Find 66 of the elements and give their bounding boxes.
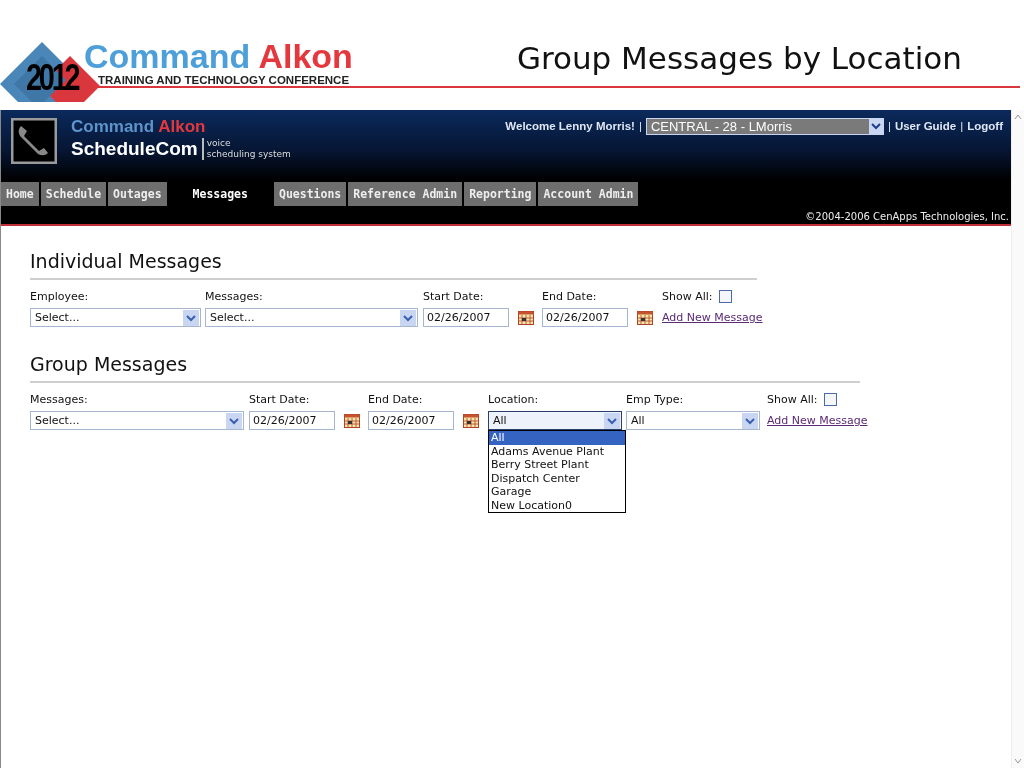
calendar-icon[interactable] [637, 310, 653, 325]
calendar-icon[interactable] [344, 413, 360, 428]
dropdown-option[interactable]: Berry Street Plant [489, 458, 625, 472]
field-label: Show All: [767, 393, 818, 406]
dropdown-option[interactable]: Adams Avenue Plant [489, 444, 625, 458]
welcome-text: Welcome Lenny Morris! [505, 120, 635, 132]
caret-icon [742, 412, 758, 429]
field-label: Show All: [662, 290, 713, 303]
section-title: Group Messages [30, 353, 189, 375]
nav-tab[interactable]: Account Admin [538, 182, 639, 206]
product-name: ScheduleCom [71, 138, 198, 160]
field-label: Messages: [205, 290, 264, 303]
dropdown-option[interactable]: Garage [489, 485, 625, 499]
logo-tagline: TRAINING AND TECHNOLOGY CONFERENCE [98, 74, 351, 86]
caret-icon [868, 118, 883, 134]
calendar-icon[interactable] [518, 310, 534, 325]
dropdown[interactable]: Select... [205, 308, 418, 327]
dropdown-option[interactable]: All [489, 431, 625, 445]
checkbox[interactable] [718, 290, 732, 303]
header-link[interactable]: Logoff [967, 120, 1003, 132]
nav-tab[interactable]: Questions [273, 182, 347, 206]
nav-tab[interactable]: Schedule [40, 182, 107, 206]
calendar-icon[interactable] [463, 413, 479, 428]
slide-title: Group Messages by Location [516, 40, 962, 76]
dropdown-option[interactable]: Dispatch Center [489, 471, 625, 485]
field-label: Messages: [30, 393, 89, 406]
user-select[interactable]: CENTRAL - 28 - LMorris [645, 117, 884, 135]
caret-icon [226, 412, 242, 429]
caret-icon [400, 309, 416, 326]
dropdown[interactable]: All [626, 411, 760, 430]
header-link[interactable]: User Guide [894, 120, 957, 132]
dropdown[interactable]: Select... [30, 308, 201, 327]
date-field[interactable]: 02/26/2007 [249, 411, 335, 430]
separator: | [960, 120, 964, 132]
nav-tab[interactable]: Messages [168, 182, 272, 206]
logo-brand: Command Alkon [84, 40, 353, 72]
nav-tab[interactable]: Outages [108, 182, 167, 206]
field-label: End Date: [368, 393, 424, 406]
dropdown[interactable]: All [488, 411, 622, 430]
phone-icon [11, 118, 57, 164]
field-label: Employee: [30, 290, 90, 303]
separator: | [887, 120, 891, 132]
caret-icon [183, 309, 199, 326]
separator: | [638, 120, 642, 132]
nav-tab[interactable]: Reference Admin [348, 182, 463, 206]
field-label: Start Date: [249, 393, 311, 406]
checkbox[interactable] [823, 393, 837, 406]
date-field[interactable]: 02/26/2007 [423, 308, 509, 327]
add-message-link[interactable]: Add New Message [662, 308, 763, 327]
nav-tab[interactable]: Home [1, 182, 39, 206]
product-tagline: voice [206, 138, 232, 149]
date-field[interactable]: 02/26/2007 [368, 411, 454, 430]
field-label: Start Date: [423, 290, 485, 303]
section-title: Individual Messages [30, 250, 223, 272]
caret-icon [604, 412, 620, 429]
dropdown[interactable]: Select... [30, 411, 244, 430]
nav-tab[interactable]: Reporting [464, 182, 537, 206]
product-tagline: scheduling system [206, 149, 291, 160]
field-label: Emp Type: [626, 393, 685, 406]
field-label: Location: [488, 393, 540, 406]
app-brand: Command Alkon [71, 116, 207, 138]
copyright-text: ©2004-2006 CenApps Technologies, Inc. [804, 210, 1010, 222]
add-message-link[interactable]: Add New Message [767, 411, 868, 430]
dropdown-option[interactable]: New Location0 [489, 498, 625, 512]
field-label: End Date: [542, 290, 598, 303]
date-field[interactable]: 02/26/2007 [542, 308, 628, 327]
